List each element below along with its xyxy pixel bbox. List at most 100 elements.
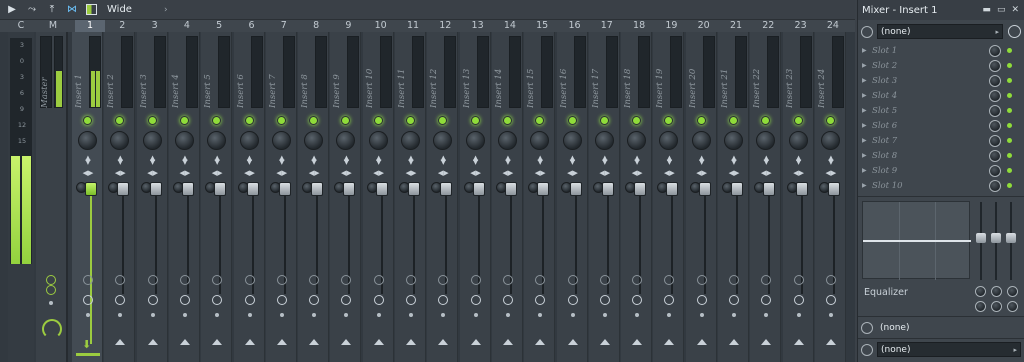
send-arrow-icon[interactable] xyxy=(470,339,481,345)
volume-fader[interactable] xyxy=(117,182,130,196)
pan-knob[interactable] xyxy=(820,131,840,150)
slot-name[interactable]: Slot 4 xyxy=(870,91,989,101)
record-arm-icon[interactable] xyxy=(696,275,707,285)
enable-led-icon[interactable] xyxy=(793,116,803,125)
enable-led-icon[interactable] xyxy=(535,116,545,125)
pan-knob[interactable] xyxy=(304,131,324,150)
up-down-arrows-icon[interactable]: ▲ ▼ xyxy=(762,155,770,166)
enable-led-icon[interactable] xyxy=(567,116,577,125)
pan-knob[interactable] xyxy=(691,131,711,150)
insert-strip[interactable]: Insert 5 ▲ ▼ ◀▶ xyxy=(201,32,233,362)
record-arm-icon[interactable] xyxy=(83,275,93,285)
volume-fader[interactable] xyxy=(214,182,227,196)
enable-led-icon[interactable] xyxy=(83,116,92,125)
volume-fader[interactable] xyxy=(601,182,614,196)
pan-knob[interactable] xyxy=(78,131,97,150)
swap-arrows-icon[interactable]: ◀▶ xyxy=(533,169,547,177)
clock-icon[interactable] xyxy=(761,295,772,305)
insert-strip[interactable]: Insert 7 ▲ ▼ ◀▶ xyxy=(265,32,297,362)
enable-led-icon[interactable] xyxy=(632,116,642,125)
slot-mix-knob[interactable] xyxy=(989,74,1001,87)
up-down-arrows-icon[interactable]: ▲ ▼ xyxy=(181,155,189,166)
clock-icon[interactable] xyxy=(793,295,804,305)
eq-band-fader-low[interactable] xyxy=(976,202,986,280)
volume-fader[interactable] xyxy=(763,182,776,196)
route-dot[interactable] xyxy=(538,313,543,317)
insert-strip[interactable]: Insert 16 ▲ ▼ ◀▶ xyxy=(556,32,588,362)
insert-name[interactable]: Insert 14 xyxy=(494,38,505,108)
eq-freq-knob-high[interactable] xyxy=(1007,286,1018,297)
eq-freq-knob-mid[interactable] xyxy=(991,286,1002,297)
master-strip[interactable]: Master xyxy=(36,32,68,362)
insert-name[interactable]: Insert 3 xyxy=(139,38,150,108)
clock-icon[interactable] xyxy=(664,295,675,305)
master-clock-icon[interactable] xyxy=(46,285,56,295)
send-arrow-icon[interactable] xyxy=(276,339,287,345)
clock-icon[interactable] xyxy=(502,295,513,305)
routing-icon[interactable]: ⤳ xyxy=(26,4,38,16)
mixer-layout-mode[interactable]: Wide xyxy=(107,4,132,15)
slot-mix-knob[interactable] xyxy=(989,134,1001,147)
clock-icon[interactable] xyxy=(373,295,384,305)
slot-mix-knob[interactable] xyxy=(989,104,1001,117)
eq-bw-knob-mid[interactable] xyxy=(991,301,1002,312)
pan-knob[interactable] xyxy=(336,131,356,150)
up-down-arrows-icon[interactable]: ▲ ▼ xyxy=(633,155,641,166)
enable-led-icon[interactable] xyxy=(664,116,674,125)
route-dot[interactable] xyxy=(344,313,349,317)
pan-knob[interactable] xyxy=(530,131,550,150)
swap-arrows-icon[interactable]: ◀▶ xyxy=(210,169,224,177)
effect-slot[interactable]: ▶ Slot 6 xyxy=(862,118,1012,133)
eq-graph[interactable] xyxy=(862,201,971,280)
insert-strip[interactable]: Insert 17 ▲ ▼ ◀▶ xyxy=(588,32,620,362)
volume-fader[interactable] xyxy=(569,182,582,196)
route-dot[interactable] xyxy=(247,313,252,317)
insert-name[interactable]: Insert 10 xyxy=(365,38,376,108)
volume-fader[interactable] xyxy=(795,182,808,196)
record-arm-icon[interactable] xyxy=(179,275,190,285)
slot-name[interactable]: Slot 9 xyxy=(870,166,989,176)
volume-fader[interactable] xyxy=(181,182,194,196)
insert-strip[interactable]: Insert 19 ▲ ▼ ◀▶ xyxy=(653,32,685,362)
insert-strip[interactable]: Insert 22 ▲ ▼ ◀▶ xyxy=(750,32,782,362)
slot-name[interactable]: Slot 7 xyxy=(870,136,989,146)
send-arrow-icon[interactable] xyxy=(309,339,320,345)
send-arrow-icon[interactable] xyxy=(502,339,513,345)
route-dot[interactable] xyxy=(215,313,220,317)
send-arrow-icon[interactable] xyxy=(567,339,578,345)
volume-fader[interactable] xyxy=(278,182,291,196)
insert-name[interactable]: Insert 19 xyxy=(655,38,666,108)
up-down-arrows-icon[interactable]: ▲ ▼ xyxy=(827,155,835,166)
up-down-arrows-icon[interactable]: ▲ ▼ xyxy=(213,155,221,166)
pan-knob[interactable] xyxy=(659,131,679,150)
clock-icon[interactable] xyxy=(696,295,707,305)
slot-enable-led-icon[interactable] xyxy=(1007,63,1012,68)
record-arm-icon[interactable] xyxy=(567,275,578,285)
output-select-1[interactable]: (none) xyxy=(877,320,1021,335)
master-link-icon[interactable] xyxy=(46,275,56,285)
effect-slot[interactable]: ▶ Slot 1 xyxy=(862,43,1012,58)
eq-bw-knob-low[interactable] xyxy=(975,301,986,312)
route-dot[interactable] xyxy=(376,313,381,317)
insert-strip[interactable]: Insert 21 ▲ ▼ ◀▶ xyxy=(718,32,749,362)
send-arrow-icon[interactable] xyxy=(244,339,255,345)
swap-arrows-icon[interactable]: ◀▶ xyxy=(727,169,741,177)
swap-arrows-icon[interactable]: ◀▶ xyxy=(501,169,515,177)
swap-arrows-icon[interactable]: ◀▶ xyxy=(404,169,418,177)
route-dot[interactable] xyxy=(699,313,704,317)
pan-knob[interactable] xyxy=(271,131,291,150)
volume-fader[interactable] xyxy=(149,182,162,196)
slot-enable-led-icon[interactable] xyxy=(1007,123,1012,128)
volume-fader[interactable] xyxy=(440,182,453,196)
insert-name[interactable]: Insert 24 xyxy=(817,38,828,108)
enable-led-icon[interactable] xyxy=(147,116,157,125)
slot-enable-led-icon[interactable] xyxy=(1007,48,1012,53)
send-arrow-icon[interactable] xyxy=(825,339,836,345)
clock-icon[interactable] xyxy=(147,295,158,305)
insert-strip[interactable]: Insert 10 ▲ ▼ ◀▶ xyxy=(362,32,394,362)
send-arrow-icon[interactable] xyxy=(115,339,126,345)
up-down-arrows-icon[interactable]: ▲ ▼ xyxy=(536,155,544,166)
send-arrow-icon[interactable] xyxy=(696,339,707,345)
export-icon[interactable]: ⤒ xyxy=(46,4,58,16)
insert-name[interactable]: Insert 16 xyxy=(559,38,570,108)
